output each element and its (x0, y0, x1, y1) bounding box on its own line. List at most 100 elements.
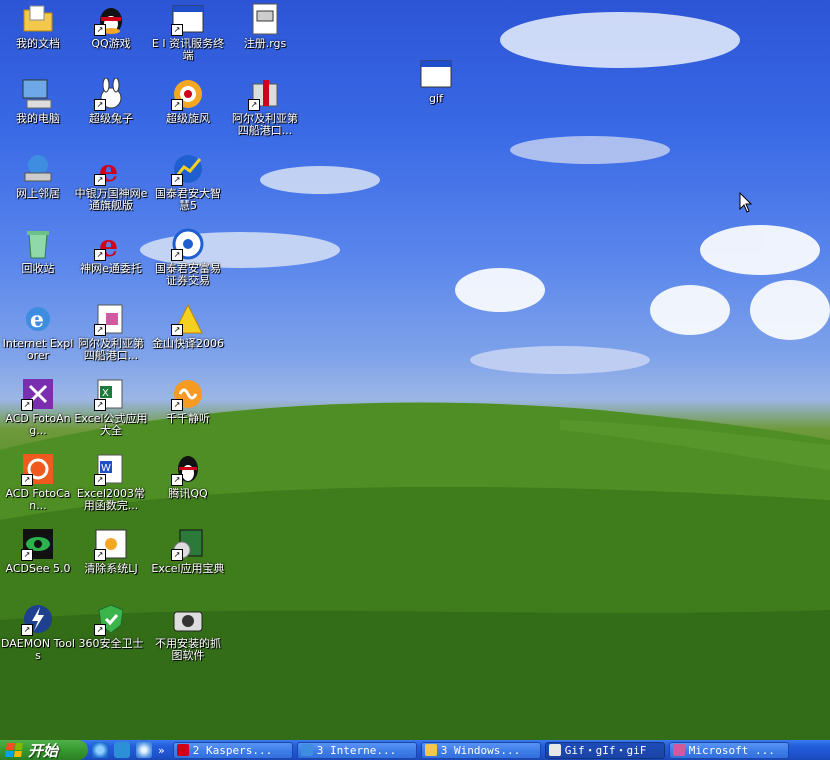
desktop-icon-shenwang-e[interactable]: e ↗ 神网e通委托 (73, 227, 149, 297)
desktop-icon-guotai-rich[interactable]: ↗ 国泰君安富易证券交易 (150, 227, 226, 297)
desktop-icon-super-whirlwind[interactable]: ↗ 超级旋风 (150, 77, 226, 147)
desktop-icon-label: 我的文档 (16, 37, 60, 50)
shortcut-arrow-icon: ↗ (94, 324, 106, 336)
shortcut-arrow-icon: ↗ (94, 399, 106, 411)
internet-explorer-icon (300, 744, 313, 756)
taskbar-button-label: 3 Windows... (440, 743, 521, 757)
taskbar-button-4[interactable]: Microsoft ... (668, 741, 789, 759)
desktop-icon-register-rgs[interactable]: 注册.rgs (227, 2, 303, 72)
kaspersky-icon (176, 744, 189, 756)
desktop-icon-cyber-trade[interactable]: e ↗ 中银万国神网e通旗舰版 (73, 152, 149, 222)
browser-quicklaunch-icon[interactable] (136, 742, 152, 758)
taskbar-button-3[interactable]: Gif・gIf・giF (544, 741, 665, 759)
shortcut-arrow-icon: ↗ (171, 174, 183, 186)
office-icon (672, 744, 685, 756)
desktop-icon-kingsoft-translate[interactable]: ↗ 金山快译2006 (150, 302, 226, 372)
folder-documents-icon (21, 2, 55, 36)
desktop-icon-label: Excel公式应用大全 (74, 412, 148, 437)
internet-explorer-icon: e (21, 302, 55, 336)
desktop-icon-acd-fotocan[interactable]: ↗ ACD FotoCan... (0, 452, 76, 522)
shortcut-arrow-icon: ↗ (21, 399, 33, 411)
media-quicklaunch-icon[interactable] (114, 742, 130, 758)
desktop-icon-label: 阿尔及利亚第四船港口... (78, 337, 144, 362)
shortcut-arrow-icon: ↗ (94, 99, 106, 111)
taskbar-button-label: 3 Interne... (316, 743, 397, 757)
qq-penguin-icon: ↗ (171, 452, 205, 486)
ie-quicklaunch-icon[interactable] (92, 742, 108, 758)
desktop-icon-algeria-1[interactable]: ↗ 阿尔及利亚第四船港口... (227, 77, 303, 147)
desktop-icon-label: 网上邻居 (16, 187, 60, 200)
desktop-icon-acd-fotoang[interactable]: ↗ ACD FotoAng... (0, 377, 76, 447)
desktop-icon-internet-explorer[interactable]: e Internet Explorer (0, 302, 76, 372)
word-doc-icon: W ↗ (94, 452, 128, 486)
desktop-icon-label: 神网e通委托 (80, 262, 142, 275)
task-buttons: 2 Kaspers... 3 Interne... 3 Windows... Gif・… (169, 741, 789, 759)
desktop-icon-label: 中银万国神网e通旗舰版 (74, 187, 148, 212)
shortcut-arrow-icon: ↗ (171, 324, 183, 336)
document-package-icon: ↗ (94, 302, 128, 336)
desktop-icon-my-documents[interactable]: 我的文档 (0, 2, 76, 72)
desktop-icon-label: 不用安装的抓图软件 (155, 637, 221, 662)
svg-text:e: e (30, 307, 44, 333)
desktop-icon-label: Excel2003常用函数完... (76, 487, 146, 512)
desktop-icon-360-safe[interactable]: ↗ 360安全卫士 (73, 602, 149, 672)
shortcut-arrow-icon: ↗ (171, 549, 183, 561)
desktop-icon-guotai-smart[interactable]: ↗ 国泰君安大智慧5 (150, 152, 226, 222)
desktop-icon-gif-window[interactable]: gif (398, 57, 474, 127)
desktop-icon-recycle-bin[interactable]: 回收站 (0, 227, 76, 297)
cleaner-icon: ↗ (94, 527, 128, 561)
desktop-icon-tencent-qq[interactable]: ↗ 腾讯QQ (150, 452, 226, 522)
desktop-icon-excel-formula[interactable]: X ↗ Excel公式应用大全 (73, 377, 149, 447)
desktop-icon-ei-terminal[interactable]: ↗ E I 资讯服务终端 (150, 2, 226, 72)
svg-text:X: X (102, 388, 109, 399)
desktop-icon-label: 注册.rgs (243, 37, 287, 50)
shortcut-arrow-icon: ↗ (94, 474, 106, 486)
desktop-icon-clean-junk[interactable]: ↗ 清除系统LJ (73, 527, 149, 597)
whirlwind-icon: ↗ (171, 77, 205, 111)
shortcut-arrow-icon: ↗ (171, 399, 183, 411)
desktop-icon-label: 清除系统LJ (84, 562, 138, 575)
installer-package-icon: ↗ (248, 77, 282, 111)
rabbit-icon: ↗ (94, 77, 128, 111)
trading-app-icon: ↗ (171, 227, 205, 261)
window-app-icon (419, 57, 453, 91)
desktop-icon-my-computer[interactable]: 我的电脑 (0, 77, 76, 147)
desktop-icon-label: gif (429, 92, 443, 105)
acdsee-eye-icon: ↗ (21, 527, 55, 561)
taskbar-button-0[interactable]: 2 Kaspers... (172, 741, 293, 759)
desktop-icon-label: Internet Explorer (2, 337, 74, 362)
taskbar-button-2[interactable]: 3 Windows... (420, 741, 541, 759)
shortcut-arrow-icon: ↗ (94, 174, 106, 186)
computer-icon (21, 77, 55, 111)
desktop-icon-label: 超级兔子 (89, 112, 133, 125)
shortcut-arrow-icon: ↗ (94, 24, 106, 36)
ie-app-icon: e ↗ (94, 152, 128, 186)
desktop-icon-label: 超级旋风 (166, 112, 210, 125)
quick-launch-more-icon[interactable]: » (158, 744, 165, 757)
desktop-icon-excel2003[interactable]: W ↗ Excel2003常用函数完... (73, 452, 149, 522)
ie-app-icon: e ↗ (94, 227, 128, 261)
taskbar-button-1[interactable]: 3 Interne... (296, 741, 417, 759)
desktop-icon-acdsee[interactable]: ↗ ACDSee 5.0 (0, 527, 76, 597)
desktop-icon-label: 国泰君安富易证券交易 (155, 262, 221, 287)
desktop-icon-daemon-tools[interactable]: ↗ DAEMON Tools (0, 602, 76, 672)
desktop-icon-label: 腾讯QQ (168, 487, 208, 500)
shortcut-arrow-icon: ↗ (171, 249, 183, 261)
desktop-icon-qq-game[interactable]: ↗ QQ游戏 (73, 2, 149, 72)
shortcut-arrow-icon: ↗ (21, 624, 33, 636)
quick-launch-bar: » (88, 740, 169, 760)
desktop-icon-algeria-2[interactable]: ↗ 阿尔及利亚第四船港口... (73, 302, 149, 372)
acd-fotoangelo-icon: ↗ (21, 377, 55, 411)
desktop-icon-label: ACD FotoCan... (5, 487, 71, 512)
desktop[interactable]: 我的文档 ↗ QQ游戏 ↗ E I 资讯服务终端 注册.rgs 我的电脑 ↗ 超级兔子 ↗ 超级旋风… (0, 0, 830, 740)
start-button[interactable]: 开始 (0, 740, 88, 760)
desktop-icon-excel-treasure[interactable]: ↗ Excel应用宝典 (150, 527, 226, 597)
desktop-icon-screenshot-tool[interactable]: 不用安装的抓图软件 (150, 602, 226, 672)
windows-flag-icon (5, 743, 23, 757)
desktop-icon-ttplayer[interactable]: ↗ 千千静听 (150, 377, 226, 447)
taskbar-button-label: Gif・gIf・giF (564, 744, 647, 757)
desktop-icon-super-rabbit[interactable]: ↗ 超级兔子 (73, 77, 149, 147)
folder-icon (424, 744, 437, 756)
shortcut-arrow-icon: ↗ (94, 249, 106, 261)
desktop-icon-network[interactable]: 网上邻居 (0, 152, 76, 222)
